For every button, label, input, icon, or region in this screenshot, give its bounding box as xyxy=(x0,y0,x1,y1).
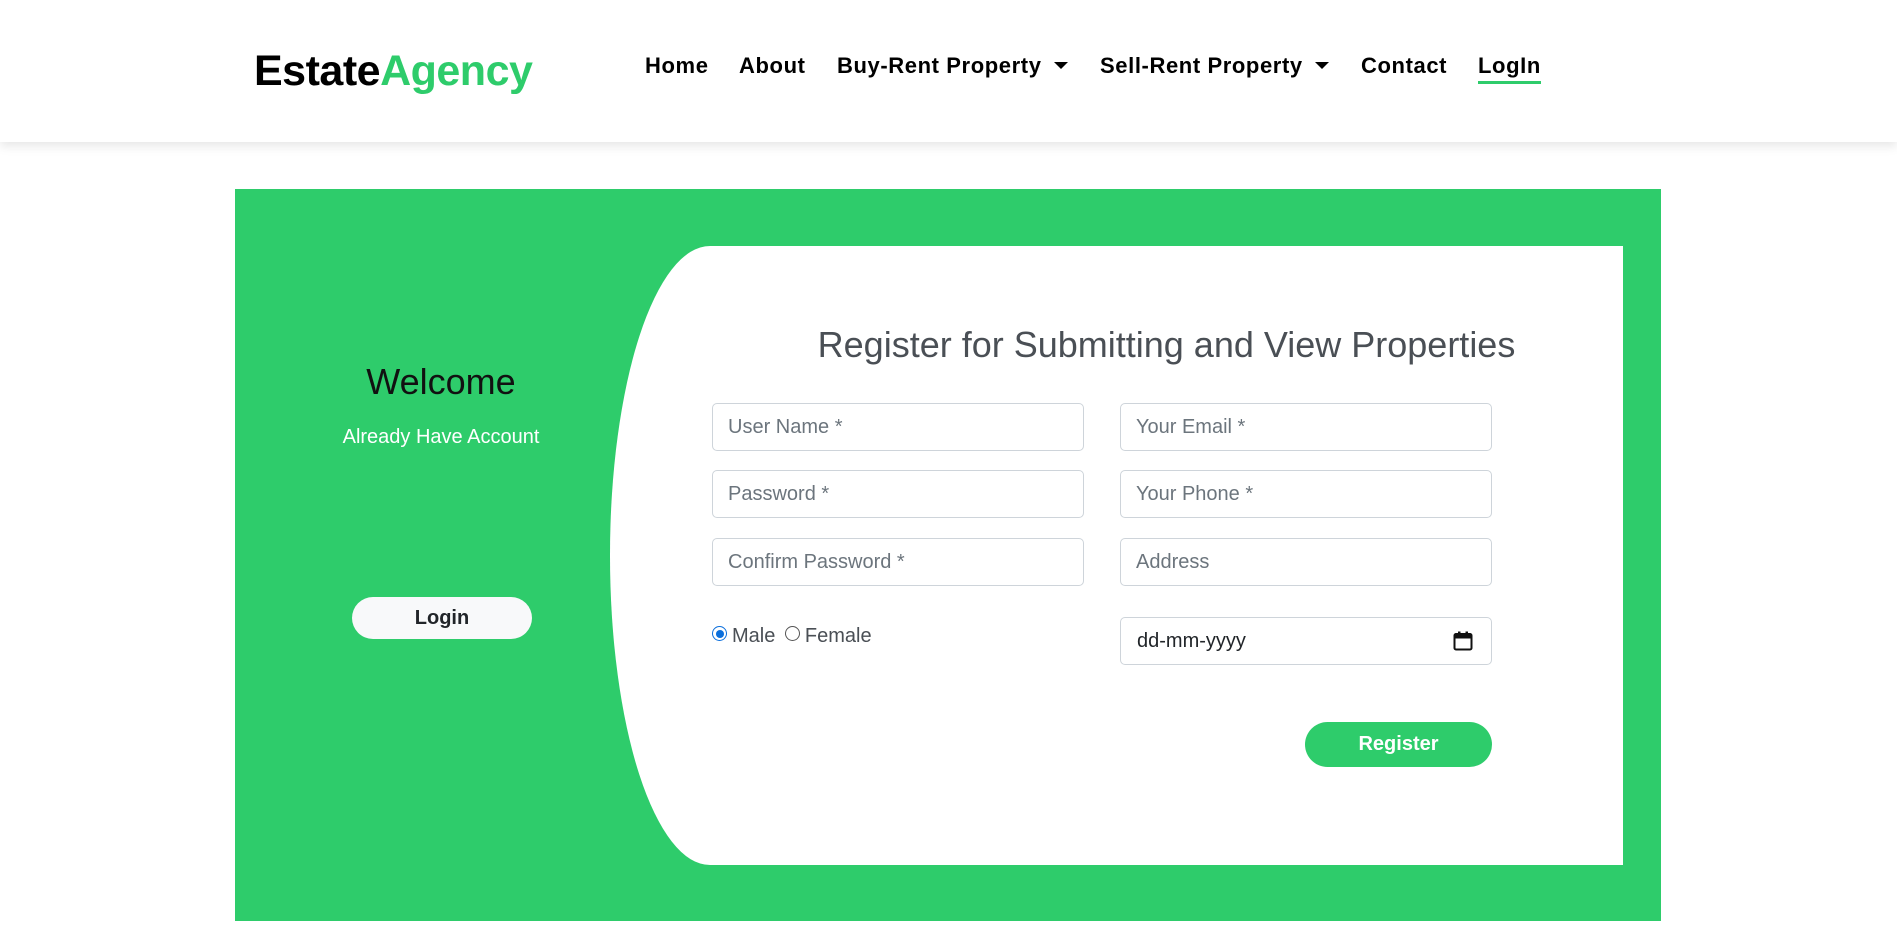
welcome-title: Welcome xyxy=(366,361,516,402)
nav-about[interactable]: About xyxy=(739,50,806,84)
caret-down-icon xyxy=(1314,62,1329,69)
date-placeholder: dd-mm-yyyy xyxy=(1137,630,1246,652)
caret-down-icon xyxy=(1053,62,1068,69)
gender-male-radio[interactable] xyxy=(712,626,727,641)
gender-male-label: Male xyxy=(732,625,776,647)
calendar-icon[interactable] xyxy=(1453,631,1473,651)
email-input[interactable] xyxy=(1120,403,1492,451)
register-panel: Welcome Already Have Account Login Regis… xyxy=(235,189,1661,921)
login-button[interactable]: Login xyxy=(352,597,532,639)
nav-login[interactable]: LogIn xyxy=(1478,50,1541,84)
date-of-birth-input[interactable]: dd-mm-yyyy xyxy=(1120,617,1492,665)
register-card: Register for Submitting and View Propert… xyxy=(610,246,1623,865)
welcome-subtitle: Already Have Account xyxy=(342,426,540,448)
form-title: Register for Submitting and View Propert… xyxy=(817,324,1516,365)
nav-sell-rent-property[interactable]: Sell-Rent Property xyxy=(1100,50,1329,84)
brand-part-agency: Agency xyxy=(380,47,533,95)
address-input[interactable] xyxy=(1120,538,1492,586)
nav-home[interactable]: Home xyxy=(645,50,709,84)
gender-female-radio[interactable] xyxy=(784,626,800,641)
username-input[interactable] xyxy=(712,403,1084,451)
gender-radio-group: Male Female xyxy=(712,621,872,651)
brand-logo[interactable]: EstateAgency xyxy=(254,46,533,96)
brand-part-estate: Estate xyxy=(254,47,381,95)
password-input[interactable] xyxy=(712,470,1084,518)
register-button[interactable]: Register xyxy=(1305,722,1492,767)
site-header: EstateAgency Home About Buy-Rent Propert… xyxy=(0,0,1897,142)
nav-buy-rent-property[interactable]: Buy-Rent Property xyxy=(837,50,1068,84)
gender-female-label: Female xyxy=(804,625,872,647)
nav-buy-rent-label: Buy-Rent Property xyxy=(837,53,1042,78)
nav-sell-rent-label: Sell-Rent Property xyxy=(1100,53,1303,78)
confirm-password-input[interactable] xyxy=(712,538,1084,586)
phone-input[interactable] xyxy=(1120,470,1492,518)
nav-contact[interactable]: Contact xyxy=(1361,50,1447,84)
